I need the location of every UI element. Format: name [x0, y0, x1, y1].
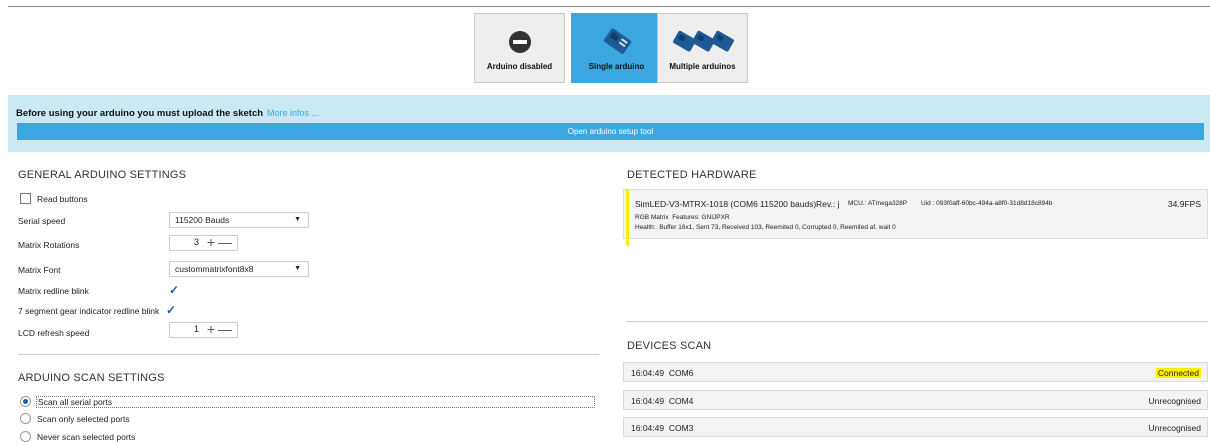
hardware-mcu: MCU.: ATmega328P	[848, 200, 908, 207]
hardware-card: SimLED-V3-MTRX-1018 (COM6 115200 bauds) …	[623, 189, 1208, 239]
scan-selected-label: Scan only selected ports	[37, 414, 130, 424]
chevron-down-icon: ▼	[294, 216, 301, 223]
mode-label: Arduino disabled	[486, 62, 553, 71]
read-buttons-checkbox[interactable]	[20, 193, 31, 204]
sketch-banner: Before using your arduino you must uploa…	[8, 95, 1210, 152]
device-status: Unrecognised	[1148, 396, 1201, 406]
matrix-font-value: custommatrixfont8x8	[175, 264, 254, 274]
device-port: COM3	[668, 423, 694, 433]
device-port: COM6	[668, 368, 694, 378]
device-time: 16:04:49	[631, 423, 665, 433]
hardware-rev: Rev.: j	[816, 199, 840, 209]
never-scan-label: Never scan selected ports	[37, 432, 136, 442]
arduino-board-icon	[572, 22, 661, 62]
arduino-boards-icon	[658, 22, 747, 62]
device-time-port: 16:04:49 COM3	[631, 423, 693, 433]
serial-speed-select[interactable]: 115200 Bauds ▼	[169, 212, 309, 228]
devices-scan-title: DEVICES SCAN	[627, 340, 712, 352]
device-time: 16:04:49	[631, 368, 665, 378]
stepper-value: 3	[193, 237, 199, 247]
matrix-font-select[interactable]: custommatrixfont8x8 ▼	[169, 261, 309, 277]
selection-highlight	[626, 189, 629, 246]
matrix-redline-label: Matrix redline blink	[18, 286, 89, 296]
device-status: Unrecognised	[1148, 423, 1201, 433]
matrix-redline-checkbox[interactable]: ✓	[167, 283, 181, 297]
scan-settings-title: ARDUINO SCAN SETTINGS	[18, 372, 165, 384]
device-time: 16:04:49	[631, 396, 665, 406]
matrix-rotations-stepper[interactable]: 3 + —	[169, 234, 238, 251]
matrix-font-label: Matrix Font	[18, 265, 61, 275]
detected-hardware-title: DETECTED HARDWARE	[627, 169, 757, 181]
hardware-fps: 34.9FPS	[1167, 199, 1201, 209]
hardware-uid: Uid : 093f0aff-60bc-494a-a8f0-31d8d18c89…	[921, 200, 1053, 207]
banner-text: Before using your arduino you must uploa…	[16, 108, 319, 119]
device-time-port: 16:04:49 COM6	[631, 368, 693, 378]
general-settings-title: GENERAL ARDUINO SETTINGS	[18, 169, 187, 181]
stepper-value: 1	[193, 324, 199, 334]
open-setup-tool-button[interactable]: Open arduino setup tool	[17, 123, 1204, 140]
mode-label: Multiple arduinos	[669, 62, 736, 71]
serial-speed-value: 115200 Bauds	[175, 215, 230, 225]
device-row[interactable]: 16:04:49 COM4 Unrecognised	[623, 390, 1208, 410]
plus-icon[interactable]: +	[207, 321, 215, 337]
minus-icon[interactable]: —	[218, 234, 232, 250]
no-entry-icon	[475, 22, 564, 62]
gear-redline-checkbox[interactable]: ✓	[164, 303, 178, 317]
mode-multiple-arduinos[interactable]: Multiple arduinos	[657, 13, 748, 83]
serial-speed-label: Serial speed	[18, 216, 66, 226]
more-infos-link[interactable]: More infos ...	[267, 108, 319, 118]
hardware-features: RGB Matrix Features: GNIJPXR	[635, 214, 730, 221]
read-buttons-label: Read buttons	[37, 194, 88, 204]
plus-icon[interactable]: +	[207, 234, 215, 250]
scan-all-label[interactable]: Scan all serial ports	[36, 396, 595, 408]
hardware-name: SimLED-V3-MTRX-1018 (COM6 115200 bauds)	[635, 199, 817, 209]
scan-all-radio[interactable]	[20, 396, 31, 407]
device-port: COM4	[668, 396, 694, 406]
device-row[interactable]: 16:04:49 COM6 Connected	[623, 362, 1208, 382]
never-scan-radio[interactable]	[20, 431, 31, 442]
mode-arduino-disabled[interactable]: Arduino disabled	[474, 13, 565, 83]
minus-icon[interactable]: —	[218, 321, 232, 337]
lcd-refresh-stepper[interactable]: 1 + —	[169, 321, 238, 338]
mode-label: Single arduino	[588, 62, 645, 71]
lcd-refresh-label: LCD refresh speed	[18, 328, 90, 338]
device-status: Connected	[1155, 368, 1201, 378]
chevron-down-icon: ▼	[294, 265, 301, 272]
banner-message: Before using your arduino you must uploa…	[16, 108, 264, 119]
section-divider	[18, 354, 599, 355]
matrix-rotations-label: Matrix Rotations	[18, 240, 80, 250]
device-row[interactable]: 16:04:49 COM3 Unrecognised	[623, 417, 1208, 437]
mode-single-arduino[interactable]: Single arduino	[571, 13, 662, 83]
top-divider	[8, 6, 1210, 7]
section-divider	[626, 321, 1208, 322]
scan-selected-radio[interactable]	[20, 413, 31, 424]
gear-redline-label: 7 segment gear indicator redline blink	[18, 306, 160, 316]
hardware-health: Health: Buffer 16x1, Sent 73, Received 1…	[635, 224, 896, 231]
device-time-port: 16:04:49 COM4	[631, 396, 693, 406]
